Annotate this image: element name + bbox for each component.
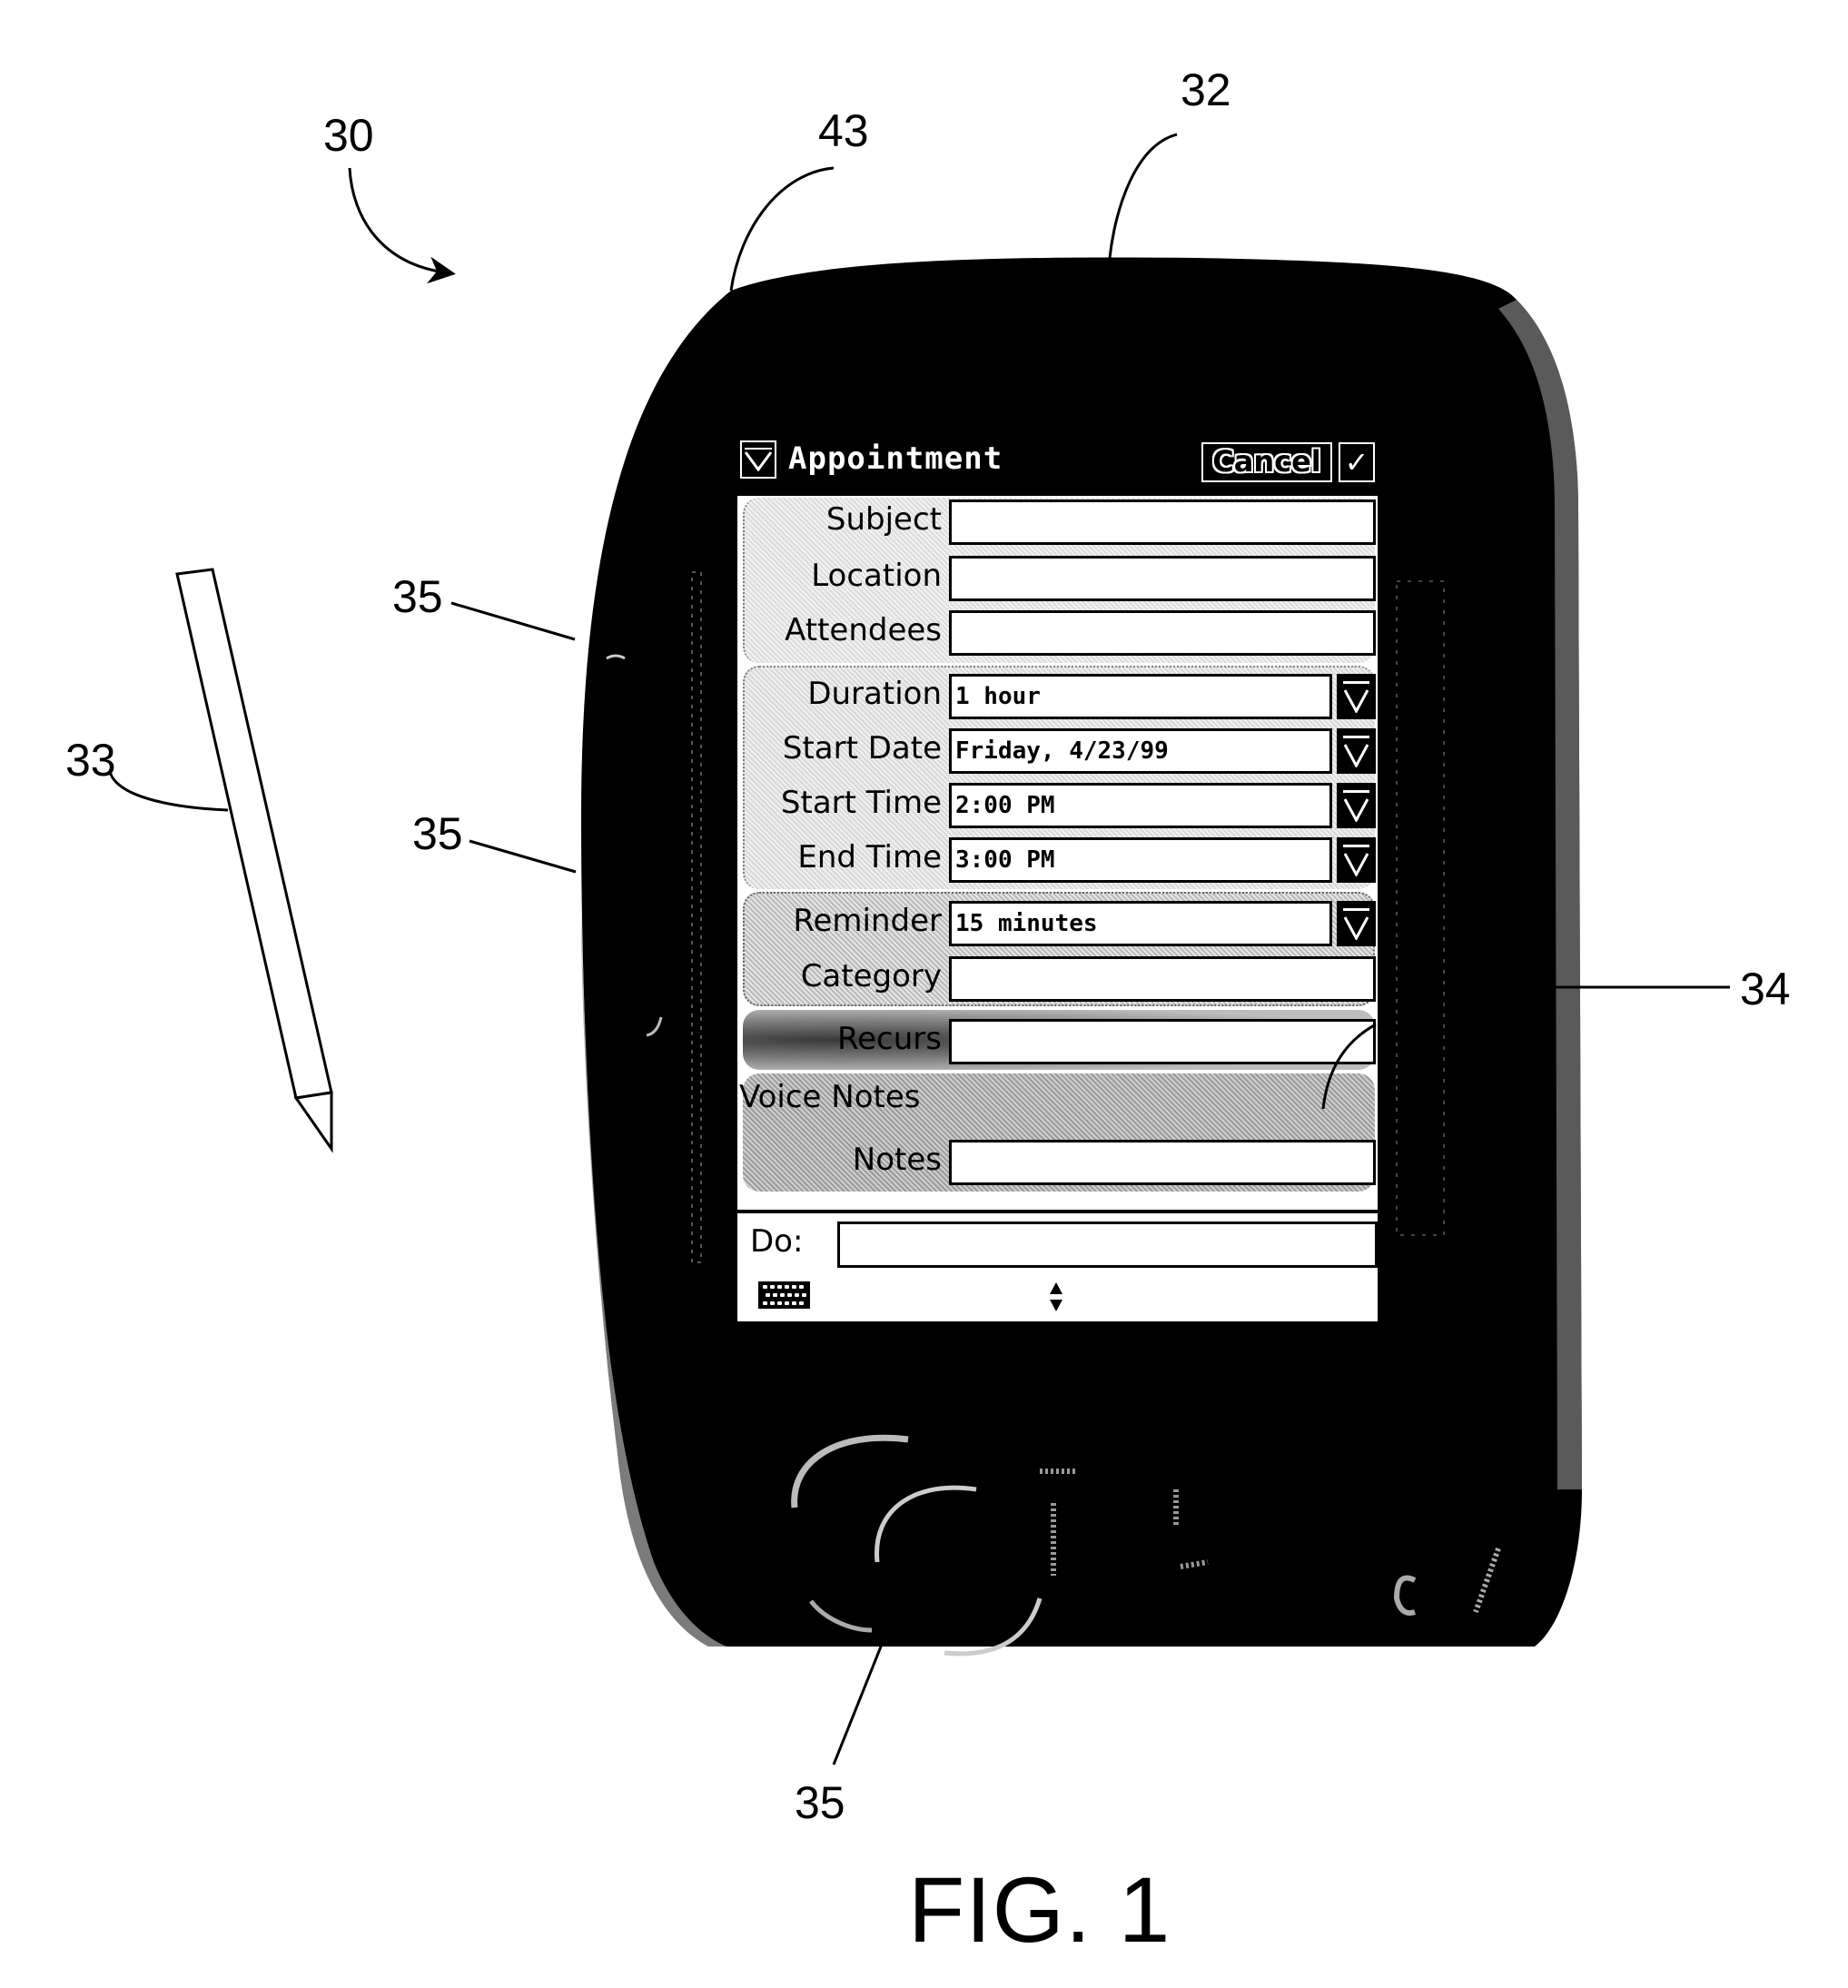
field-label: Notes xyxy=(852,1142,942,1178)
subject-input[interactable] xyxy=(949,499,1376,545)
chevron-down-icon[interactable] xyxy=(1337,728,1376,774)
up-down-arrows-icon[interactable] xyxy=(1049,1281,1063,1313)
duration-select[interactable]: 1 hour xyxy=(949,674,1332,719)
category-input[interactable] xyxy=(949,956,1376,1002)
refnum-display: 34 xyxy=(1740,964,1791,1014)
field-label: Start Time xyxy=(780,785,942,821)
chevron-down-icon[interactable] xyxy=(1337,783,1376,828)
refnum-front-button: 35 xyxy=(795,1777,845,1828)
appointment-form: Subject Location Attendees Duration 1 ho… xyxy=(737,496,1378,1211)
end-time-select[interactable]: 3:00 PM xyxy=(949,837,1332,883)
cancel-button[interactable]: Cancel xyxy=(1201,442,1332,482)
leader-34-screen xyxy=(1321,1023,1377,1110)
field-label: Category xyxy=(800,958,942,994)
field-row-end-time: End Time 3:00 PM xyxy=(737,837,1378,885)
field-label: Attendees xyxy=(785,612,942,648)
field-row-location: Location xyxy=(737,556,1378,603)
start-time-select[interactable]: 2:00 PM xyxy=(949,783,1332,828)
field-label: Duration xyxy=(807,676,942,712)
do-label: Do: xyxy=(750,1223,804,1260)
attendees-input[interactable] xyxy=(949,610,1376,656)
start-date-select[interactable]: Friday, 4/23/99 xyxy=(949,728,1332,774)
refnum-housing: 32 xyxy=(1181,64,1231,115)
field-row-start-date: Start Date Friday, 4/23/99 xyxy=(737,728,1378,776)
chevron-down-icon[interactable] xyxy=(1337,901,1376,946)
page-title: Appointment xyxy=(788,440,1003,477)
do-command-input[interactable] xyxy=(837,1221,1378,1268)
field-row-reminder: Reminder 15 minutes xyxy=(737,901,1378,948)
refnum-housing-top: 43 xyxy=(818,105,869,156)
leader-32 xyxy=(1108,133,1178,259)
keyboard-icon[interactable] xyxy=(758,1281,810,1309)
field-label: Recurs xyxy=(837,1021,942,1057)
divider xyxy=(737,1210,1378,1213)
figure-caption: FIG. 1 xyxy=(908,1858,1171,1962)
notes-input[interactable] xyxy=(949,1140,1376,1185)
chevron-down-icon[interactable] xyxy=(1337,674,1376,719)
field-row-attendees: Attendees xyxy=(737,610,1378,658)
title-bar: Appointment Cancel ✓ xyxy=(737,427,1378,496)
chevron-down-icon[interactable] xyxy=(1337,837,1376,883)
refnum-device: 30 xyxy=(323,110,374,161)
leader-33 xyxy=(108,771,229,812)
field-row-category: Category xyxy=(737,956,1378,1004)
refnum-side-button-upper: 35 xyxy=(392,571,443,622)
field-label: Reminder xyxy=(793,903,942,939)
ok-checkmark-button[interactable]: ✓ xyxy=(1339,442,1375,482)
stylus xyxy=(175,568,333,1153)
field-label: End Time xyxy=(797,839,942,875)
field-label: Location xyxy=(811,558,942,594)
field-row-notes: Notes xyxy=(737,1140,1378,1187)
location-input[interactable] xyxy=(949,556,1376,601)
leader-35-upper xyxy=(450,601,576,641)
field-label: Subject xyxy=(825,501,942,538)
dropdown-menu-icon[interactable] xyxy=(740,440,776,479)
field-label: Voice Notes xyxy=(739,1079,921,1115)
refnum-side-button-lower: 35 xyxy=(412,808,463,859)
field-row-subject: Subject xyxy=(737,499,1378,547)
refnum-stylus: 33 xyxy=(65,735,116,786)
field-row-start-time: Start Time 2:00 PM xyxy=(737,783,1378,830)
pda-screen: Appointment Cancel ✓ Subject Location At… xyxy=(737,427,1378,1321)
field-label: Start Date xyxy=(782,730,942,767)
leader-30-arrow xyxy=(348,167,456,284)
field-row-duration: Duration 1 hour xyxy=(737,674,1378,721)
leader-35-lower xyxy=(469,839,577,874)
reminder-select[interactable]: 15 minutes xyxy=(949,901,1332,946)
